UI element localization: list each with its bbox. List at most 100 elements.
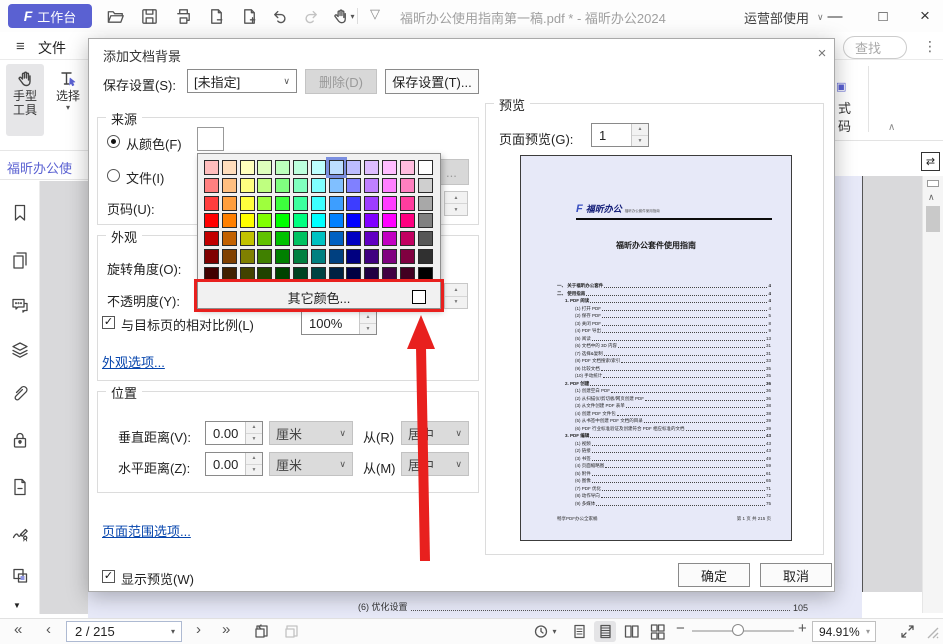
- color-swatch[interactable]: [329, 178, 344, 193]
- page-add-icon[interactable]: [236, 4, 262, 28]
- spin-down-icon[interactable]: ▼: [445, 204, 467, 215]
- color-swatch[interactable]: [382, 231, 397, 246]
- color-swatch[interactable]: [293, 160, 308, 175]
- scrollbar-thumb[interactable]: [926, 206, 940, 232]
- spin-up-icon[interactable]: ▲: [445, 284, 467, 297]
- color-swatch[interactable]: [418, 231, 433, 246]
- color-swatch[interactable]: [222, 231, 237, 246]
- open-file-icon[interactable]: [102, 4, 128, 28]
- color-swatch[interactable]: [257, 213, 272, 228]
- color-swatch[interactable]: [275, 196, 290, 211]
- color-swatch[interactable]: [329, 249, 344, 264]
- facing-continuous-view-icon[interactable]: [646, 621, 668, 642]
- color-swatch[interactable]: [382, 213, 397, 228]
- document-tab[interactable]: 福昕办公使: [0, 150, 88, 180]
- zoom-slider-knob[interactable]: [732, 624, 744, 636]
- workspace-button[interactable]: F 工作台: [8, 4, 92, 28]
- page-range-options-link[interactable]: 页面范围选项...: [102, 521, 191, 540]
- show-preview-checkbox[interactable]: ✓: [102, 570, 115, 583]
- color-swatch[interactable]: [329, 213, 344, 228]
- color-swatch[interactable]: [400, 213, 415, 228]
- color-swatch[interactable]: [257, 196, 272, 211]
- color-swatch[interactable]: [346, 196, 361, 211]
- print-icon[interactable]: [170, 4, 196, 28]
- color-swatch[interactable]: [293, 249, 308, 264]
- color-swatch[interactable]: [293, 178, 308, 193]
- more-options-icon[interactable]: ⋮: [923, 38, 937, 55]
- color-swatch[interactable]: [400, 160, 415, 175]
- color-swatch[interactable]: [204, 178, 219, 193]
- color-swatch[interactable]: [257, 231, 272, 246]
- color-swatch[interactable]: [257, 178, 272, 193]
- next-view-icon[interactable]: [280, 621, 302, 642]
- color-swatch[interactable]: [329, 231, 344, 246]
- color-well[interactable]: [197, 127, 224, 151]
- color-swatch[interactable]: [222, 249, 237, 264]
- undo-icon[interactable]: [266, 4, 292, 28]
- destinations-icon[interactable]: [9, 476, 31, 498]
- color-swatch[interactable]: [204, 196, 219, 211]
- zoom-in-icon[interactable]: +: [798, 620, 807, 637]
- color-swatch[interactable]: [346, 178, 361, 193]
- delete-button[interactable]: 删除(D): [305, 69, 377, 94]
- color-swatch[interactable]: [311, 160, 326, 175]
- comments-icon[interactable]: [9, 294, 31, 316]
- select-tool-button[interactable]: 选择 ▾: [50, 64, 86, 136]
- spin-up-icon[interactable]: ▲: [246, 422, 262, 434]
- from-file-radio[interactable]: [107, 169, 120, 182]
- zoom-level-box[interactable]: 94.91% ▾: [812, 621, 876, 642]
- color-swatch[interactable]: [346, 249, 361, 264]
- color-swatch[interactable]: [240, 231, 255, 246]
- scroll-up-icon[interactable]: ∧: [928, 192, 935, 203]
- color-swatch[interactable]: [311, 178, 326, 193]
- color-swatch[interactable]: [400, 178, 415, 193]
- attachments-icon[interactable]: [9, 383, 31, 405]
- hand-tool-button[interactable]: 手型 工具: [6, 64, 44, 136]
- vertical-distance-input[interactable]: 0.00 ▲▼: [205, 421, 263, 445]
- color-swatch[interactable]: [240, 178, 255, 193]
- color-swatch[interactable]: [418, 249, 433, 264]
- relative-scale-checkbox[interactable]: ✓: [102, 316, 115, 329]
- cancel-button[interactable]: 取消: [760, 563, 832, 587]
- prev-page-icon[interactable]: ‹: [46, 621, 51, 638]
- redo-icon[interactable]: [298, 4, 324, 28]
- previous-view-icon[interactable]: [250, 621, 272, 642]
- sidebar-collapse-icon[interactable]: ▼: [13, 601, 21, 610]
- color-swatch[interactable]: [311, 213, 326, 228]
- color-swatch[interactable]: [346, 231, 361, 246]
- appearance-options-link[interactable]: 外观选项...: [102, 352, 165, 371]
- color-swatch[interactable]: [400, 196, 415, 211]
- signature-icon[interactable]: [9, 522, 31, 544]
- page-thumbnails-icon[interactable]: [9, 249, 31, 271]
- close-button[interactable]: ×: [910, 4, 940, 28]
- color-swatch[interactable]: [204, 249, 219, 264]
- spin-up-icon[interactable]: ▲: [246, 453, 262, 465]
- color-swatch[interactable]: [364, 231, 379, 246]
- vertical-unit-dropdown[interactable]: 厘米 ∨: [269, 421, 353, 445]
- color-swatch[interactable]: [329, 160, 344, 175]
- single-page-view-icon[interactable]: [568, 621, 590, 642]
- hand-mode-icon[interactable]: ▾: [327, 4, 359, 28]
- color-swatch[interactable]: [364, 178, 379, 193]
- spin-down-icon[interactable]: ▼: [246, 434, 262, 445]
- minimize-button[interactable]: —: [820, 4, 850, 28]
- color-swatch[interactable]: [222, 160, 237, 175]
- color-swatch[interactable]: [293, 213, 308, 228]
- file-menu[interactable]: 文件: [38, 38, 66, 58]
- save-settings-dropdown[interactable]: [未指定] ∨: [187, 69, 297, 93]
- color-swatch[interactable]: [382, 249, 397, 264]
- color-swatch[interactable]: [240, 249, 255, 264]
- color-swatch[interactable]: [240, 196, 255, 211]
- last-page-icon[interactable]: »: [222, 621, 230, 638]
- vertical-scrollbar[interactable]: ∧: [922, 176, 943, 613]
- spin-up-icon[interactable]: ▲: [360, 312, 376, 324]
- resize-grip[interactable]: [926, 626, 940, 640]
- color-swatch[interactable]: [204, 213, 219, 228]
- color-swatch[interactable]: [400, 231, 415, 246]
- color-swatch[interactable]: [222, 178, 237, 193]
- spin-up-icon[interactable]: ▲: [632, 124, 648, 136]
- save-icon[interactable]: [136, 4, 162, 28]
- horizontal-unit-dropdown[interactable]: 厘米 ∨: [269, 452, 353, 476]
- fullscreen-icon[interactable]: [896, 621, 918, 642]
- color-swatch[interactable]: [311, 196, 326, 211]
